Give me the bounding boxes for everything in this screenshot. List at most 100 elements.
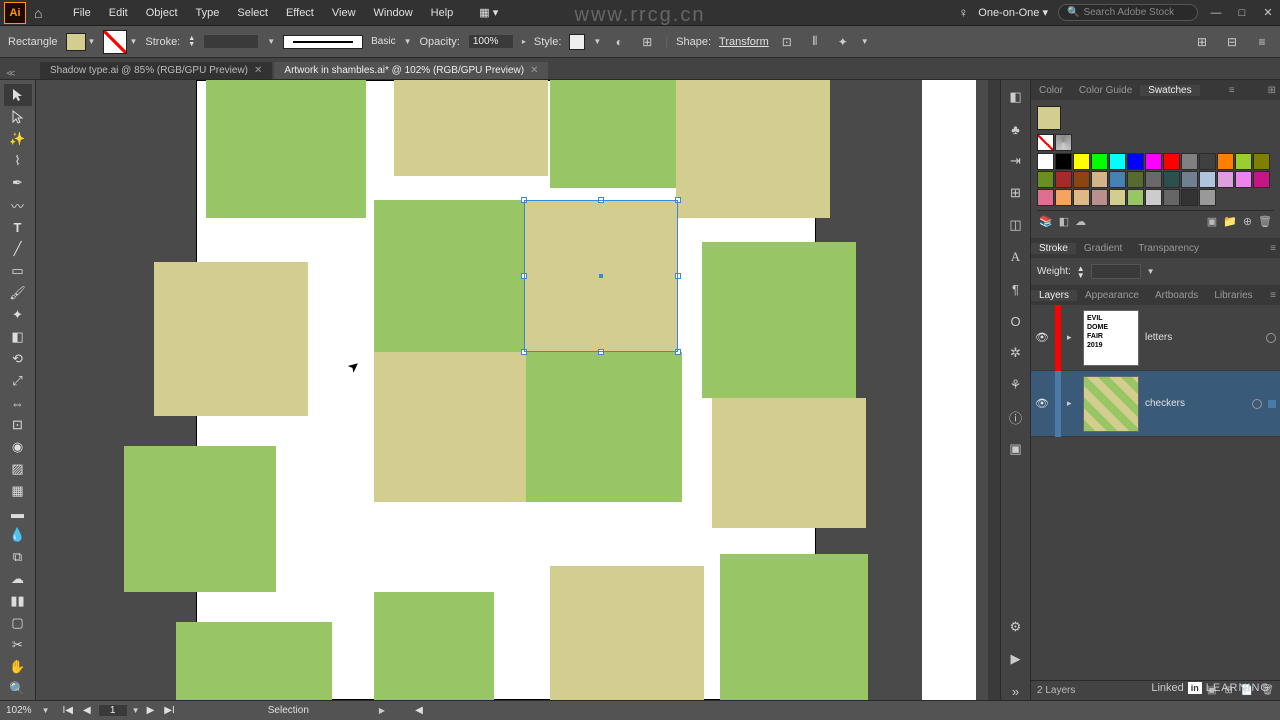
close-tab-icon[interactable]: ✕ (254, 65, 262, 76)
vertical-scrollbar[interactable] (988, 80, 1000, 700)
perspective-tool[interactable]: ▨ (4, 458, 32, 480)
arrange-icon[interactable]: ✦ (833, 32, 853, 52)
swatch-cell[interactable] (1163, 189, 1180, 206)
magic-wand-tool[interactable]: ✨ (4, 128, 32, 150)
artboard-tool[interactable]: ▢ (4, 612, 32, 634)
swatch-cell[interactable] (1163, 171, 1180, 188)
swatch-cell[interactable] (1073, 189, 1090, 206)
swatch-cell[interactable] (1253, 171, 1270, 188)
symbol-sprayer-tool[interactable]: ☁ (4, 568, 32, 590)
swatch-cell[interactable] (1091, 171, 1108, 188)
align-icon[interactable]: ⊞ (637, 32, 657, 52)
tab-color[interactable]: Color (1031, 85, 1071, 96)
selection-tool[interactable] (4, 84, 32, 106)
width-tool[interactable]: ⇔ (4, 392, 32, 414)
expand-icon[interactable]: » (1007, 682, 1025, 700)
play-icon[interactable]: ▶ (1007, 650, 1025, 668)
fill-swatch-dropdown[interactable]: ▼ (66, 33, 96, 51)
menu-type[interactable]: Type (187, 7, 229, 19)
rotate-tool[interactable]: ⟲ (4, 348, 32, 370)
swatch-cell[interactable] (1235, 171, 1252, 188)
swatch-cell[interactable] (1073, 171, 1090, 188)
tab-gradient[interactable]: Gradient (1076, 243, 1130, 254)
current-fill-swatch[interactable] (1037, 106, 1061, 130)
swatch-cell[interactable] (1055, 153, 1072, 170)
stroke-weight-stepper2[interactable]: ▲▼ (1077, 265, 1085, 279)
layer-row[interactable]: 👁▸EVILDOMEFAIR2019letters (1031, 305, 1280, 371)
paragraph-icon[interactable]: ¶ (1007, 280, 1025, 298)
search-stock-input[interactable]: 🔍 Search Adobe Stock (1058, 4, 1198, 21)
brush-dropdown[interactable]: ▼ (267, 37, 275, 46)
isolate-icon[interactable]: ⊡ (777, 32, 797, 52)
tab-appearance[interactable]: Appearance (1077, 290, 1147, 301)
swatch-cell[interactable] (1091, 153, 1108, 170)
paintbrush-tool[interactable]: 🖌 (4, 282, 32, 304)
menu-effect[interactable]: Effect (277, 7, 323, 19)
tab-overflow-icon[interactable]: ≪ (6, 68, 15, 79)
shape-rectangle[interactable] (550, 566, 704, 700)
zoom-tool[interactable]: 🔍 (4, 678, 32, 700)
grid-icon[interactable]: ⊞ (1192, 32, 1212, 52)
settings-icon[interactable]: ⚙ (1007, 618, 1025, 636)
document-tab[interactable]: Shadow type.ai @ 85% (RGB/GPU Preview)✕ (40, 62, 272, 79)
home-icon[interactable]: ⌂ (34, 5, 52, 21)
stroke-weight-dropdown[interactable]: ▼ (1147, 267, 1155, 276)
tab-artboards[interactable]: Artboards (1147, 290, 1206, 301)
mesh-tool[interactable]: ▦ (4, 480, 32, 502)
swatch-cell[interactable] (1145, 171, 1162, 188)
swatch-cell[interactable] (1109, 189, 1126, 206)
layer-visibility-icon[interactable]: 👁 (1035, 397, 1049, 410)
recolor-icon[interactable]: ◐ (609, 32, 629, 52)
new-swatch-icon[interactable]: ⊕ (1243, 215, 1252, 228)
shape-rectangle[interactable] (712, 398, 866, 528)
artboard-navigator[interactable]: I◀ ◀ ▼ ▶ ▶I (60, 704, 178, 717)
info-icon[interactable]: ⓘ (1007, 408, 1025, 426)
menu-edit[interactable]: Edit (100, 7, 137, 19)
menu-view[interactable]: View (323, 7, 365, 19)
layer-visibility-icon[interactable]: 👁 (1035, 331, 1049, 344)
tab-libraries[interactable]: Libraries (1206, 290, 1260, 301)
workspace-switcher[interactable]: One-on-One ▾ (978, 6, 1048, 19)
new-group-icon[interactable]: ▣ (1207, 215, 1217, 228)
scale-tool[interactable]: ⤢ (4, 370, 32, 392)
menu-help[interactable]: Help (422, 7, 463, 19)
direct-selection-tool[interactable] (4, 106, 32, 128)
align-panel-icon[interactable]: ⊞ (1007, 184, 1025, 202)
menu-select[interactable]: Select (228, 7, 277, 19)
shape-rectangle[interactable] (720, 554, 868, 700)
style-swatch[interactable] (569, 34, 585, 50)
swatch-cell[interactable] (1217, 171, 1234, 188)
swatch-cell[interactable] (1127, 153, 1144, 170)
shape-rectangle[interactable] (206, 80, 366, 218)
help-beacon-icon[interactable]: ♀ (959, 5, 969, 20)
shaper-tool[interactable]: ✦ (4, 304, 32, 326)
window-close-icon[interactable]: ✕ (1260, 6, 1276, 19)
swatch-cell[interactable] (1109, 171, 1126, 188)
swatch-cell[interactable] (1181, 189, 1198, 206)
shape-rectangle[interactable] (154, 262, 308, 416)
swatch-library-icon[interactable]: 📚 (1039, 215, 1053, 228)
document-tab[interactable]: Artwork in shambles.ai* @ 102% (RGB/GPU … (274, 62, 548, 79)
window-restore-icon[interactable]: □ (1234, 7, 1250, 19)
swatches-view-grid-icon[interactable]: ⊞ (1264, 85, 1280, 96)
menu-object[interactable]: Object (137, 7, 187, 19)
symbols-icon[interactable]: ⚘ (1007, 376, 1025, 394)
line-tool[interactable]: ╱ (4, 238, 32, 260)
align2-icon[interactable]: ⫴ (805, 32, 825, 52)
layer-target-icon[interactable] (1266, 333, 1276, 343)
swatch-cell[interactable] (1037, 171, 1054, 188)
lasso-tool[interactable]: ⌇ (4, 150, 32, 172)
eraser-tool[interactable]: ◧ (4, 326, 32, 348)
shape-rectangle[interactable] (550, 80, 678, 188)
gradient-tool[interactable]: ▬ (4, 502, 32, 524)
type-tool[interactable]: T (4, 216, 32, 238)
slice-tool[interactable]: ✂ (4, 634, 32, 656)
swatch-cell[interactable] (1037, 153, 1054, 170)
shape-rectangle[interactable] (124, 446, 276, 592)
swatch-cell[interactable] (1055, 171, 1072, 188)
swatch-cell[interactable] (1253, 153, 1270, 170)
panel-menu-icon[interactable]: ≡ (1252, 32, 1272, 52)
tab-swatches[interactable]: Swatches (1140, 85, 1199, 96)
pen-tool[interactable]: ✒ (4, 172, 32, 194)
swatch-none[interactable] (1037, 134, 1054, 151)
